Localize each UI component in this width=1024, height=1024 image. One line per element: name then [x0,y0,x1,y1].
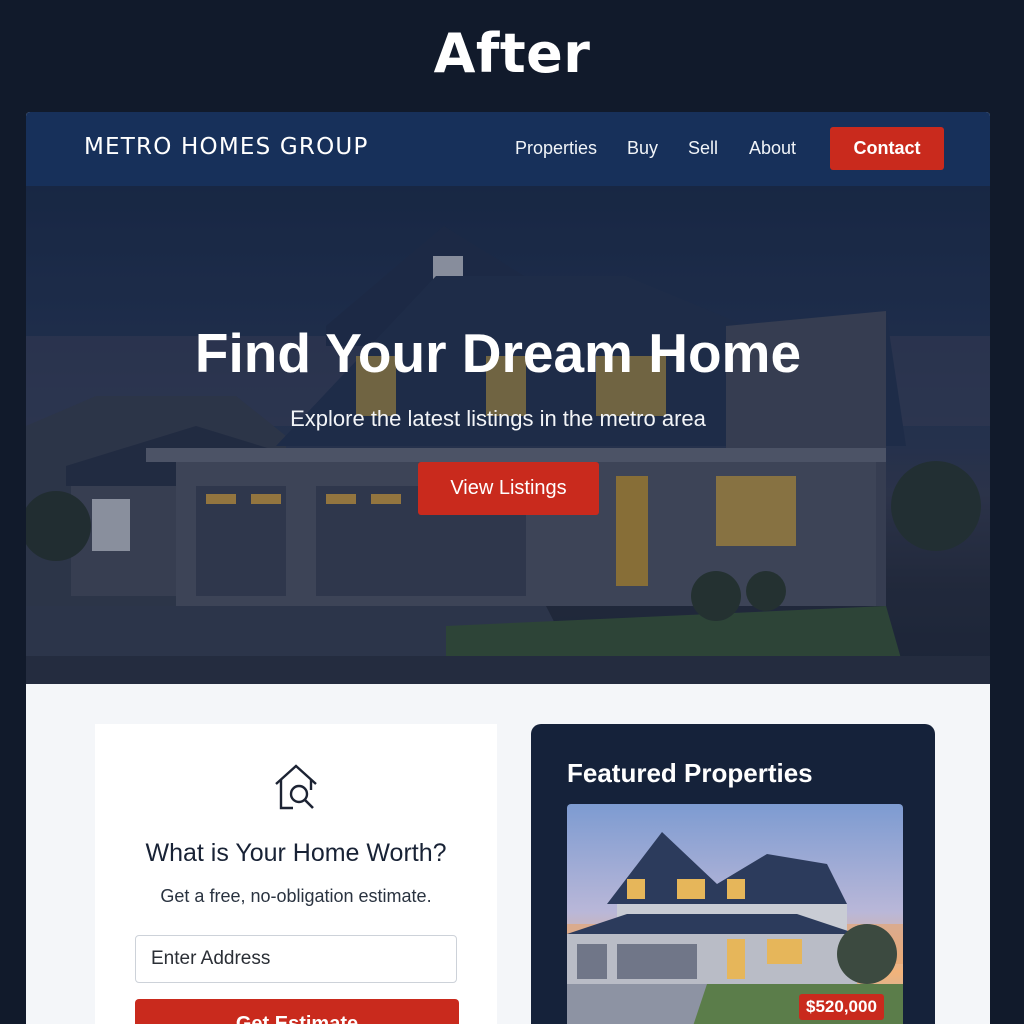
nav-link-about[interactable]: About [749,138,796,159]
top-navigation: METRO HOMES GROUP Properties Buy Sell Ab… [26,112,990,186]
address-input[interactable] [135,935,457,983]
house-search-icon [275,764,317,810]
featured-title: Featured Properties [567,758,813,788]
property-card[interactable]: $520,000 [567,804,903,1024]
contact-button[interactable]: Contact [830,127,944,170]
hero-subtitle: Explore the latest listings in the metro… [290,406,706,431]
featured-properties-panel: Featured Properties $520,000 [531,724,935,1024]
hero-title: Find Your Dream Home [194,322,802,384]
get-estimate-button[interactable]: Get Estimate [135,999,459,1024]
brand-logo[interactable]: METRO HOMES GROUP [84,134,369,160]
website-preview: METRO HOMES GROUP Properties Buy Sell Ab… [26,112,990,1024]
nav-link-sell[interactable]: Sell [688,138,718,159]
caption-title: After [433,22,591,85]
hero-section: Find Your Dream Home Explore the latest … [26,186,990,684]
property-image [567,832,903,1024]
price-badge: $520,000 [799,994,884,1020]
nav-link-properties[interactable]: Properties [515,138,597,159]
estimate-subtitle: Get a free, no-obligation estimate. [160,886,432,906]
nav-link-buy[interactable]: Buy [627,138,658,159]
view-listings-button[interactable]: View Listings [418,462,599,515]
estimate-title: What is Your Home Worth? [145,839,447,867]
home-value-card: What is Your Home Worth? Get a free, no-… [95,724,497,1024]
